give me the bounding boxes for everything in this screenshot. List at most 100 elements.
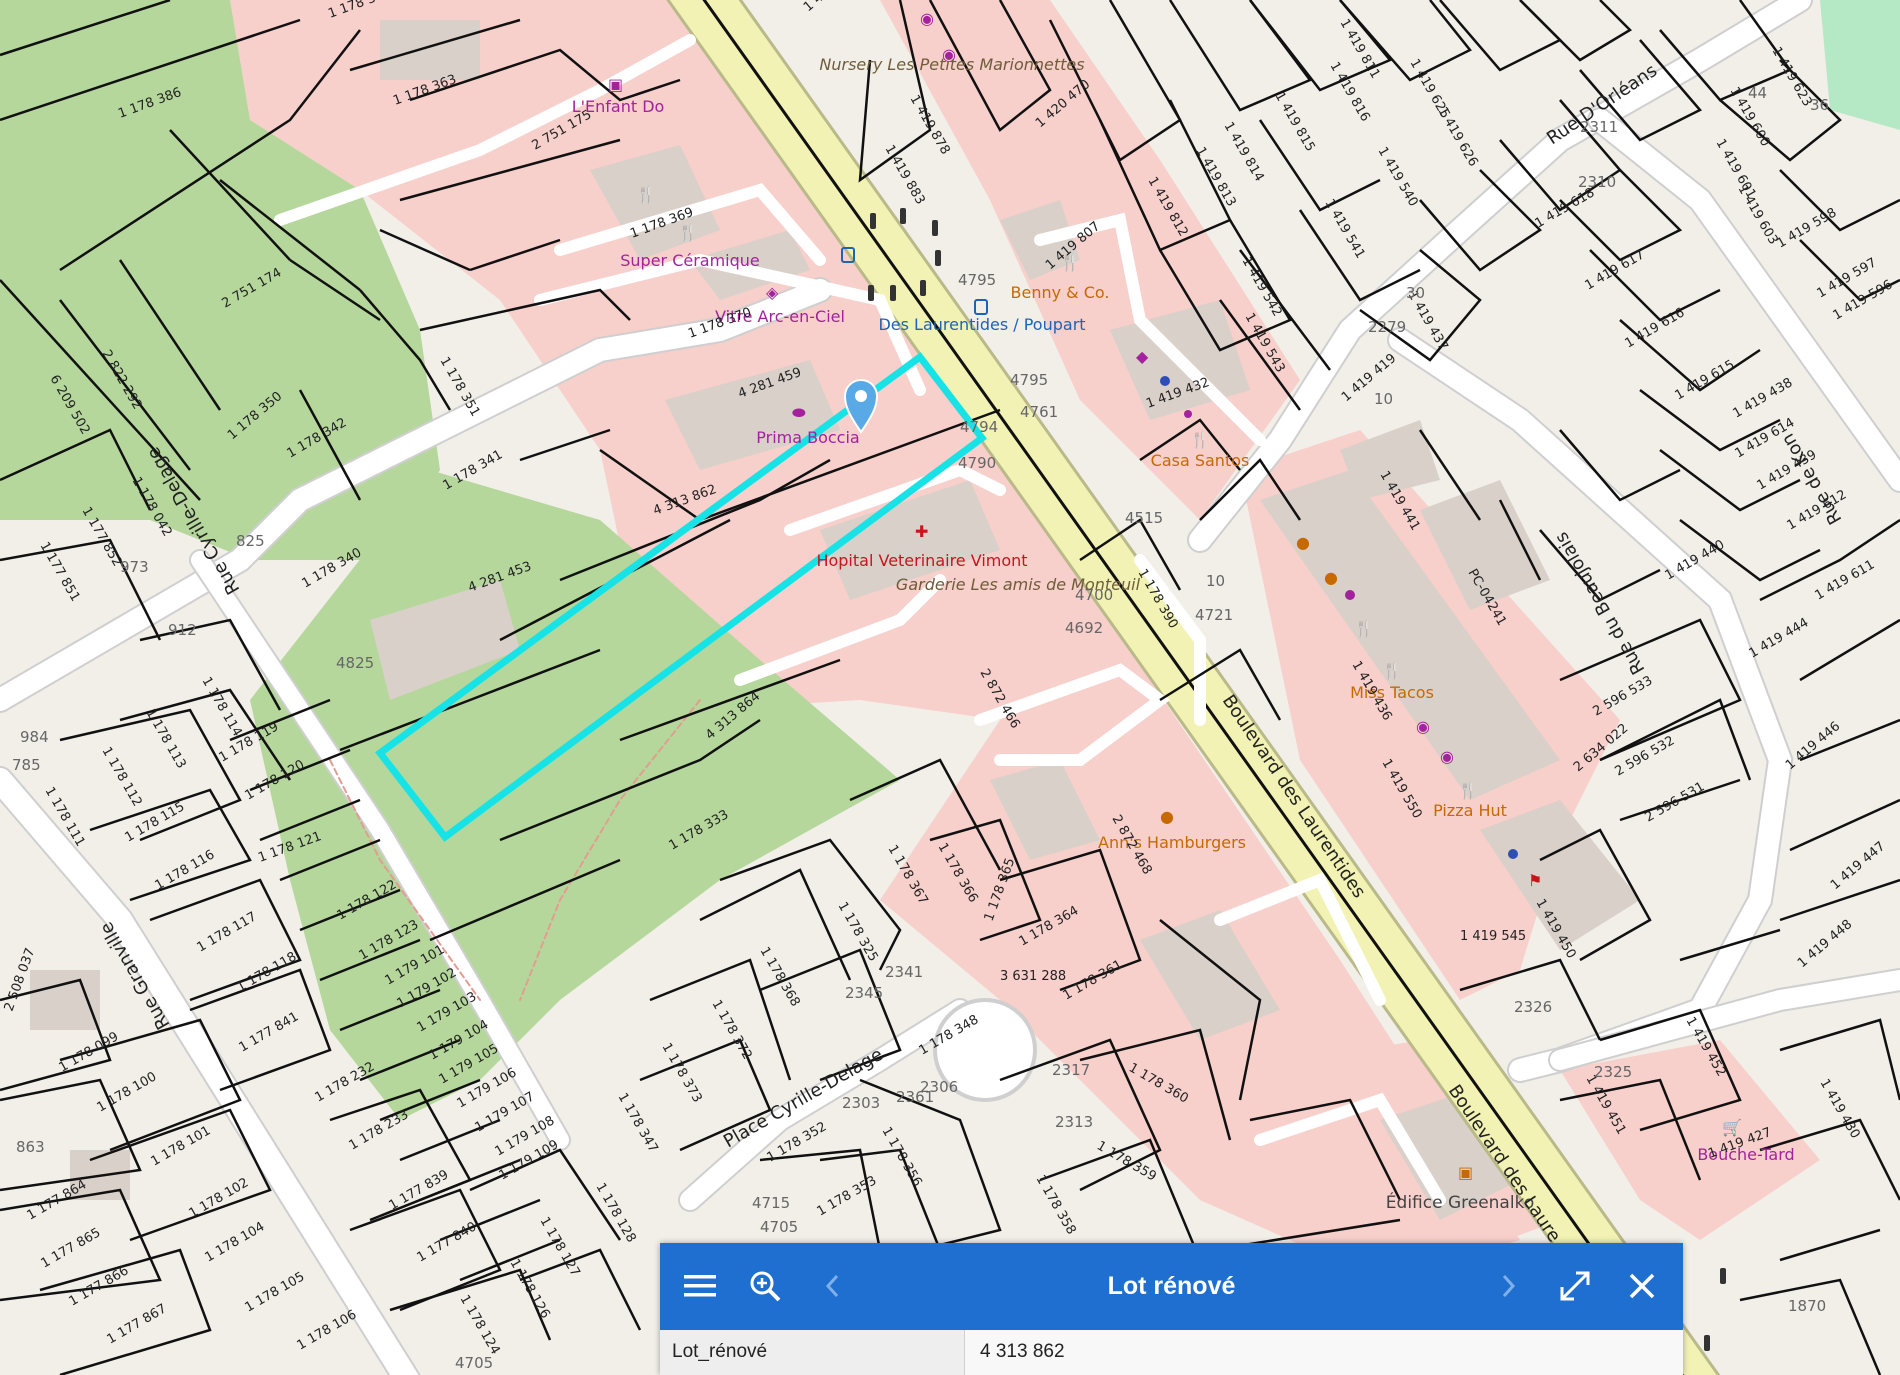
lot-number-label: 1 177 865 <box>39 1225 104 1271</box>
civic-number-label: 4790 <box>958 454 996 472</box>
expand-icon <box>1560 1271 1590 1301</box>
lot-number-label: 1 178 347 <box>615 1091 661 1156</box>
lot-number-label: 1 177 866 <box>67 1263 132 1309</box>
lot-number-label: 1 177 840 <box>415 1219 480 1265</box>
lot-number-label: 1 178 356 <box>879 1125 925 1190</box>
civic-number-label: 44 <box>1748 84 1767 102</box>
beauty-icon: ◉ <box>1416 717 1430 736</box>
zoom-to-feature-button[interactable] <box>740 1261 790 1311</box>
civic-number-label: 10 <box>1206 572 1225 590</box>
poi-label-pizza-hut: Pizza Hut <box>1433 801 1507 820</box>
burger-icon: ● <box>1160 807 1174 826</box>
civic-number-label: 4705 <box>455 1354 493 1372</box>
civic-number-label: 4705 <box>760 1218 798 1236</box>
ball-icon: ⬬ <box>792 403 806 422</box>
lot-number-label: 1 419 540 <box>1375 145 1421 210</box>
lot-number-label: 1 178 104 <box>203 1219 268 1265</box>
civic-number-label: 4794 <box>960 418 998 436</box>
lot-number-label: 1 178 114 <box>199 675 245 740</box>
lot-number-label: 1 178 126 <box>507 1257 553 1322</box>
civic-number-label: 2326 <box>1514 998 1552 1016</box>
zoom-search-icon <box>750 1271 781 1302</box>
traffic-light-icon <box>935 250 941 266</box>
flag-icon: ⚑ <box>1528 871 1542 890</box>
lot-number-label: 1 178 373 <box>659 1041 705 1106</box>
lot-number-label: 1 419 611 <box>1813 557 1878 603</box>
lot-number-label: 1 419 618 <box>1533 185 1598 231</box>
poi-dot <box>1508 849 1518 859</box>
lot-number-label: 1 177 841 <box>237 1009 302 1055</box>
civic-number-label: 2303 <box>842 1094 880 1112</box>
civic-number-label: 4515 <box>1125 509 1163 527</box>
civic-number-label: 4715 <box>752 1194 790 1212</box>
lot-number-label: 1 419 883 <box>882 143 928 208</box>
chevron-left-icon <box>825 1274 839 1298</box>
civic-number-label: 36 <box>1810 96 1829 114</box>
poi-label-super-ceramique: Super Céramique <box>620 251 760 270</box>
map-canvas[interactable]: 🍴 🍴 🍴 🍴 🍴 🍴 ● ● ● ✚ ▣ 🛒 ◉ ◉ ◉ ◉ ▣ ◈ ⬬ ◆ … <box>0 0 1900 1375</box>
panel-header: Lot rénové <box>660 1243 1683 1330</box>
lot-number-label: 3 631 288 <box>1000 969 1066 984</box>
lot-number-label: 1 178 117 <box>195 909 260 955</box>
lot-number-label: 1 178 112 <box>99 745 145 810</box>
poi-label-hopital: Hopital Veterinaire Vimont <box>816 551 1027 570</box>
civic-number-label: 785 <box>12 756 41 774</box>
civic-number-label: 4825 <box>336 654 374 672</box>
library-icon: ▣ <box>1458 1163 1473 1182</box>
menu-button[interactable] <box>675 1261 725 1311</box>
restaurant-icon: 🍴 <box>1382 661 1402 680</box>
civic-number-label: 4721 <box>1195 606 1233 624</box>
restaurant-icon: 🍴 <box>1458 781 1478 800</box>
poi-dot <box>1184 410 1192 418</box>
poi-label-prima-boccia: Prima Boccia <box>756 428 859 447</box>
lot-number-label: 1 419 814 <box>1221 120 1267 185</box>
lot-number-label: 1 419 616 <box>1623 305 1688 351</box>
civic-number-label: 10 <box>1374 390 1393 408</box>
menu-icon <box>684 1275 716 1297</box>
expand-panel-button[interactable] <box>1550 1261 1600 1311</box>
civic-number-label: 4795 <box>958 271 996 289</box>
civic-number-label: 2313 <box>1055 1113 1093 1131</box>
feature-info-panel: Lot rénové Lot_rénové 4 313 862 <box>660 1243 1683 1375</box>
civic-number-label: 4700 <box>1075 586 1113 604</box>
lot-number-label: 1 178 105 <box>243 1269 308 1315</box>
civic-number-label: 863 <box>16 1138 45 1156</box>
civic-number-label: 984 <box>20 728 49 746</box>
civic-number-label: 4795 <box>1010 371 1048 389</box>
cart-icon: 🛒 <box>1722 1118 1742 1137</box>
street-label: Rue du Beaujolais <box>1551 528 1650 678</box>
restaurant-icon: 🍴 <box>1354 619 1374 638</box>
poi-dot <box>1345 590 1355 600</box>
traffic-light-icon <box>890 285 896 301</box>
poi-label-bus-stop: Des Laurentides / Poupart <box>878 315 1085 334</box>
lot-number-label: 1 178 099 <box>57 1029 122 1075</box>
civic-number-label: 2311 <box>1580 118 1618 136</box>
restaurant-icon: 🍴 <box>678 223 698 242</box>
attribute-value: 4 313 862 <box>965 1330 1683 1375</box>
car-icon: ◈ <box>766 283 779 302</box>
close-panel-button[interactable] <box>1617 1261 1667 1311</box>
lot-number-label: 1 419 626 <box>1435 105 1481 170</box>
lot-number-label: 1 419 448 <box>1795 917 1855 971</box>
restaurant-icon: 🍴 <box>636 185 656 204</box>
poi-label-benny: Benny & Co. <box>1011 283 1110 302</box>
civic-number-label: 2345 <box>845 984 883 1002</box>
next-feature-button[interactable] <box>1483 1261 1533 1311</box>
lot-number-label: 1 419 815 <box>1272 90 1318 155</box>
poi-label-edifice: Édifice Greenalko <box>1386 1191 1534 1213</box>
lot-number-label: 1 419 447 <box>1828 839 1888 893</box>
poi-label-casa-santos: Casa Santos <box>1151 451 1250 470</box>
previous-feature-button[interactable] <box>808 1261 858 1311</box>
cake-icon: ◆ <box>1136 347 1149 366</box>
beauty-icon: ◉ <box>920 9 934 28</box>
civic-number-label: 2341 <box>885 963 923 981</box>
bus-stop-icon <box>974 299 988 315</box>
close-icon <box>1629 1273 1655 1299</box>
poi-dot <box>1160 376 1170 386</box>
building <box>30 970 100 1030</box>
lot-number-label: 1 178 116 <box>153 847 218 893</box>
civic-number-label: 2317 <box>1052 1061 1090 1079</box>
lot-number-label: 1 178 325 <box>835 900 881 965</box>
gift-icon: ▣ <box>608 75 623 94</box>
civic-number-label: 825 <box>236 532 265 550</box>
